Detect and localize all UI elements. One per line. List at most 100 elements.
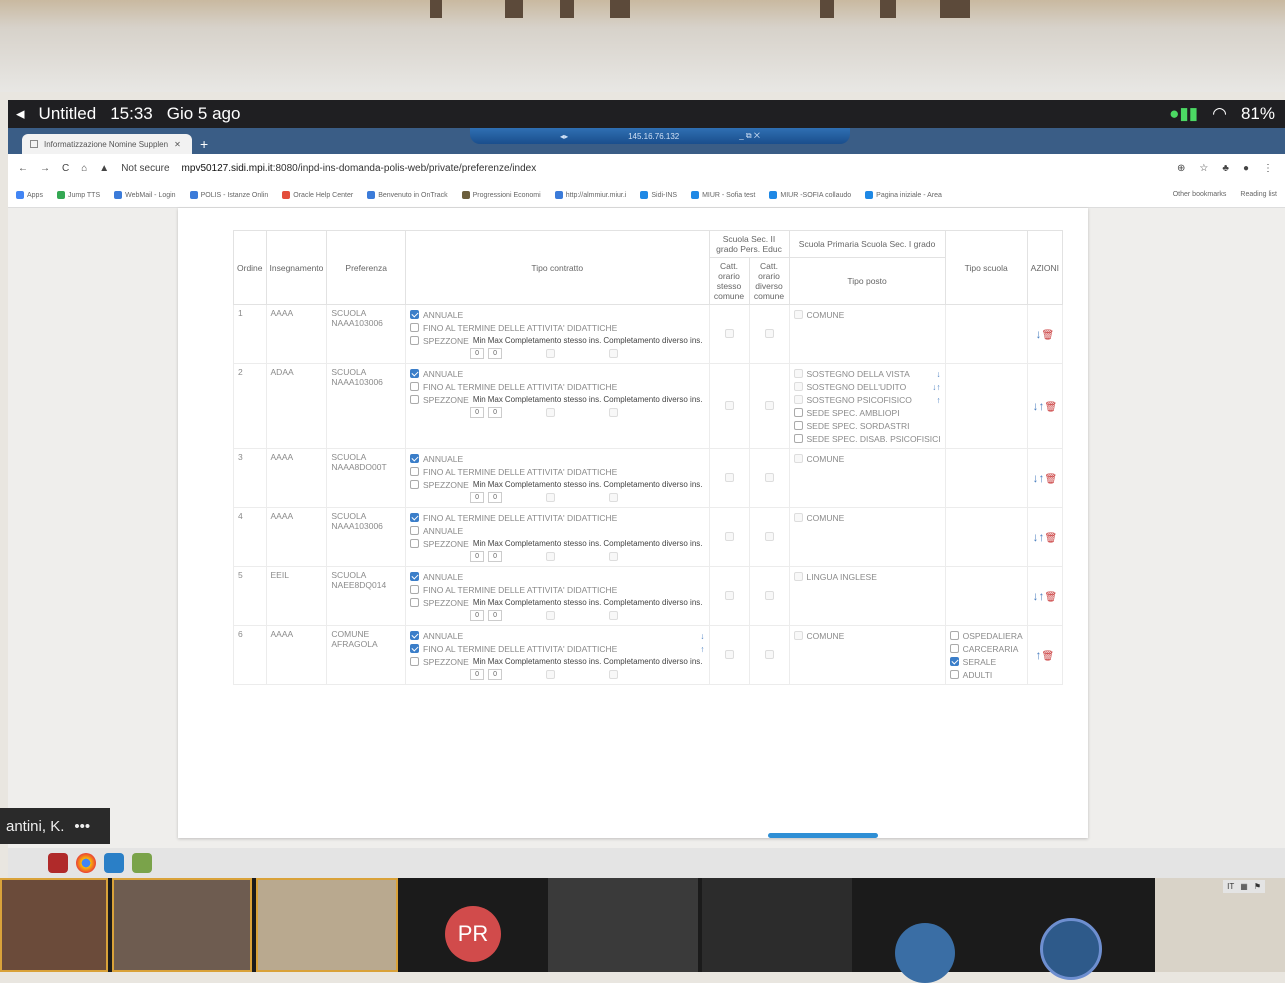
- post-option[interactable]: SOSTEGNO DELL'UDITO ↓↑: [793, 380, 941, 393]
- extension-icon[interactable]: ♣: [1222, 163, 1229, 174]
- min-input[interactable]: 0: [470, 407, 485, 418]
- checkbox[interactable]: [546, 670, 556, 679]
- spezzone-option[interactable]: SPEZZONE Min Max Completamento stesso ins. C…: [410, 655, 704, 668]
- contract-option[interactable]: ANNUALE: [410, 570, 704, 583]
- school-type-option[interactable]: ADULTI: [949, 668, 1023, 681]
- other-bookmarks[interactable]: Other bookmarks: [1173, 191, 1227, 198]
- trash-icon[interactable]: 🗑: [1041, 330, 1054, 341]
- trash-icon[interactable]: 🗑: [1041, 651, 1054, 662]
- reorder-arrows-icon[interactable]: ↓↑: [1032, 530, 1044, 544]
- url-field[interactable]: mpv50127.sidi.mpi.it:8080/inpd-ins-doman…: [182, 163, 537, 174]
- checkbox[interactable]: [949, 644, 959, 653]
- spezzone-option[interactable]: SPEZZONE Min Max Completamento stesso ins. C…: [410, 478, 704, 491]
- reorder-arrow-icon[interactable]: ↓: [700, 631, 704, 641]
- checkbox[interactable]: [724, 400, 734, 410]
- reload-icon[interactable]: C: [62, 163, 69, 174]
- checkbox[interactable]: [949, 631, 959, 640]
- checkbox[interactable]: [609, 349, 619, 358]
- checkbox[interactable]: [793, 310, 803, 319]
- contract-option[interactable]: FINO AL TERMINE DELLE ATTIVITA' DIDATTIC…: [410, 321, 704, 334]
- max-input[interactable]: 0: [488, 348, 503, 359]
- checkbox[interactable]: [410, 382, 420, 391]
- language-indicator[interactable]: IT: [1227, 882, 1234, 891]
- checkbox[interactable]: [793, 631, 803, 640]
- reorder-arrow-icon[interactable]: ↓↑: [932, 382, 941, 392]
- participant-avatar[interactable]: PR: [445, 906, 501, 962]
- checkbox[interactable]: [764, 649, 774, 659]
- checkbox[interactable]: [410, 598, 420, 607]
- spezzone-option[interactable]: SPEZZONE Min Max Completamento stesso ins. C…: [410, 393, 704, 406]
- school-type-option[interactable]: CARCERARIA: [949, 642, 1023, 655]
- back-triangle-icon[interactable]: ◂: [16, 104, 25, 124]
- checkbox[interactable]: [793, 434, 803, 443]
- min-input[interactable]: 0: [470, 610, 485, 621]
- checkbox[interactable]: [724, 328, 734, 338]
- checkbox[interactable]: [546, 408, 556, 417]
- contract-option[interactable]: ANNUALE: [410, 452, 704, 465]
- max-input[interactable]: 0: [488, 610, 503, 621]
- checkbox[interactable]: [764, 400, 774, 410]
- checkbox[interactable]: [764, 531, 774, 541]
- checkbox[interactable]: [410, 585, 420, 594]
- horizontal-scrollbar[interactable]: [768, 833, 878, 838]
- checkbox[interactable]: [764, 328, 774, 338]
- new-tab-icon[interactable]: +: [200, 136, 208, 152]
- more-options-icon[interactable]: •••: [74, 818, 90, 835]
- checkbox[interactable]: [793, 408, 803, 417]
- checkbox[interactable]: [609, 611, 619, 620]
- contract-option[interactable]: FINO AL TERMINE DELLE ATTIVITA' DIDATTIC…: [410, 465, 704, 478]
- back-arrow-icon[interactable]: ←: [18, 163, 28, 174]
- checkbox[interactable]: [793, 572, 803, 581]
- checkbox[interactable]: [793, 513, 803, 522]
- checkbox[interactable]: [764, 590, 774, 600]
- checkbox[interactable]: [410, 631, 420, 640]
- contract-option[interactable]: FINO AL TERMINE DELLE ATTIVITA' DIDATTIC…: [410, 642, 705, 655]
- post-option[interactable]: COMUNE: [793, 629, 941, 642]
- bookmark-item[interactable]: WebMail - Login: [114, 190, 176, 199]
- trash-icon[interactable]: 🗑: [1044, 533, 1057, 544]
- trash-icon[interactable]: 🗑: [1044, 474, 1057, 485]
- post-option[interactable]: COMUNE: [793, 452, 941, 465]
- checkbox[interactable]: [793, 369, 803, 378]
- checkbox[interactable]: [949, 670, 959, 679]
- checkbox[interactable]: [410, 467, 420, 476]
- min-input[interactable]: 0: [470, 551, 485, 562]
- bookmark-item[interactable]: http://almmiur.miur.i: [554, 190, 626, 199]
- shield-app-icon[interactable]: [48, 853, 68, 873]
- spezzone-option[interactable]: SPEZZONE Min Max Completamento stesso ins. C…: [410, 537, 704, 550]
- video-tile[interactable]: [702, 878, 852, 972]
- reorder-arrow-icon[interactable]: ↑: [700, 644, 704, 654]
- min-input[interactable]: 0: [470, 492, 485, 503]
- zoom-icon[interactable]: ⊕: [1177, 163, 1185, 174]
- bookmark-item[interactable]: MIUR - Sofia test: [691, 190, 755, 199]
- post-option[interactable]: COMUNE: [793, 511, 941, 524]
- checkbox[interactable]: [949, 657, 959, 666]
- contract-option[interactable]: ANNUALE: [410, 524, 704, 537]
- checkbox[interactable]: [546, 552, 556, 561]
- post-option[interactable]: SOSTEGNO PSICOFISICO ↑: [793, 393, 941, 406]
- contract-option[interactable]: FINO AL TERMINE DELLE ATTIVITA' DIDATTIC…: [410, 380, 704, 393]
- post-option[interactable]: SEDE SPEC. SORDASTRI: [793, 419, 941, 432]
- post-option[interactable]: COMUNE: [793, 308, 941, 321]
- checkbox[interactable]: [410, 539, 420, 548]
- checkbox[interactable]: [724, 472, 734, 482]
- video-tile[interactable]: [548, 878, 698, 972]
- spezzone-option[interactable]: SPEZZONE Min Max Completamento stesso ins. C…: [410, 596, 704, 609]
- trash-icon[interactable]: 🗑: [1044, 402, 1057, 413]
- reading-list[interactable]: Reading list: [1240, 191, 1277, 198]
- bookmark-item[interactable]: Oracle Help Center: [282, 190, 353, 199]
- remote-app-icon[interactable]: [104, 853, 124, 873]
- checkbox[interactable]: [546, 349, 556, 358]
- contract-option[interactable]: ANNUALE: [410, 308, 704, 321]
- participant-avatar[interactable]: [895, 923, 955, 983]
- reorder-arrow-icon[interactable]: ↑: [936, 395, 940, 405]
- checkbox[interactable]: [410, 454, 420, 463]
- trash-icon[interactable]: 🗑: [1044, 592, 1057, 603]
- reorder-arrow-icon[interactable]: ↓: [936, 369, 940, 379]
- contract-option[interactable]: ANNUALE: [410, 367, 704, 380]
- checkbox[interactable]: [410, 480, 420, 489]
- checkbox[interactable]: [793, 421, 803, 430]
- video-tile[interactable]: [0, 878, 108, 972]
- video-tile[interactable]: [112, 878, 252, 972]
- reorder-arrows-icon[interactable]: ↓↑: [1032, 399, 1044, 413]
